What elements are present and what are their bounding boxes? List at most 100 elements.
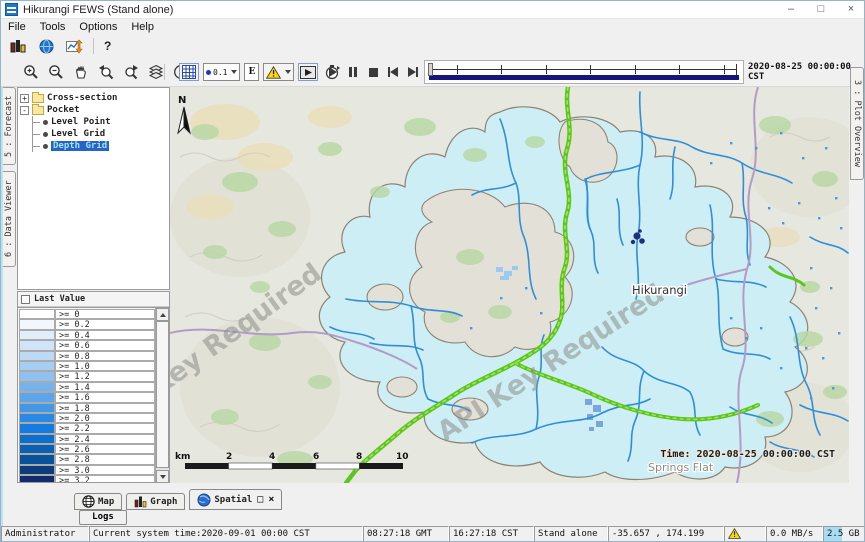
legend-scrollbar[interactable] — [155, 308, 169, 482]
tree-item-pocket[interactable]: - Pocket — [20, 104, 167, 116]
legend-header: Last Value — [18, 292, 169, 307]
legend-body: >= 0 >= 0.2 >= 0.4 >= 0.6 >= 0.8 >= 1.0 … — [18, 307, 169, 482]
help-button[interactable]: ? — [104, 39, 111, 53]
warning-threshold-dropdown[interactable] — [263, 63, 294, 81]
legend-row: >= 0.2 — [19, 319, 155, 329]
town-label: Hikurangi — [632, 283, 687, 297]
slider-handle[interactable] — [428, 63, 433, 76]
status-warning-cell[interactable] — [724, 526, 766, 542]
view-close-icon[interactable]: × — [268, 494, 274, 505]
globe-map-icon[interactable] — [37, 38, 55, 54]
chevron-down-icon — [285, 70, 291, 74]
legend-color-swatch — [19, 465, 55, 475]
database-icon[interactable] — [9, 38, 27, 54]
legend-row-label: >= 2.6 — [55, 444, 155, 454]
scale-bar-button[interactable]: E — [244, 63, 259, 81]
layers-icon[interactable] — [146, 63, 166, 81]
legend-row-label: >= 0.8 — [55, 351, 155, 361]
grid-display-button[interactable] — [179, 63, 199, 81]
legend-panel: Last Value >= 0 >= 0.2 >= 0.4 >= 0.6 >= … — [17, 291, 170, 483]
legend-row: >= 0.6 — [19, 340, 155, 350]
svg-text:2: 2 — [226, 452, 232, 462]
tree-item-label[interactable]: Cross-section — [47, 93, 117, 103]
movie-export-button[interactable] — [298, 63, 318, 81]
time-slider[interactable] — [424, 60, 744, 84]
class-breaks-dropdown[interactable]: 0.1 — [203, 63, 240, 81]
pause-button[interactable] — [343, 63, 363, 81]
time-range-bar — [429, 75, 739, 80]
logs-button[interactable]: Logs — [79, 510, 127, 525]
tree-item-label[interactable]: Pocket — [47, 105, 80, 115]
tree-item-label[interactable]: Level Grid — [51, 129, 105, 139]
minimize-button[interactable]: – — [776, 1, 806, 18]
class-break-value: 0.1 — [213, 68, 227, 77]
timeseries-chart-icon[interactable] — [65, 38, 83, 54]
folder-icon — [32, 106, 44, 115]
status-memory: 2.5 GB — [823, 526, 865, 542]
sidebar-tab-data-viewer[interactable]: 6 : Data Viewer — [2, 171, 16, 267]
svg-text:km: km — [175, 452, 190, 462]
bar-chart-icon — [134, 495, 147, 508]
collapse-toggle-icon[interactable]: - — [20, 106, 29, 115]
stop-button[interactable] — [363, 63, 383, 81]
tree-item-label-selected[interactable]: Depth Grid — [51, 141, 109, 151]
legend-color-swatch — [19, 319, 55, 329]
tree-connector — [33, 134, 40, 135]
chevron-down-icon — [231, 70, 237, 74]
zoom-in-icon[interactable] — [21, 63, 41, 81]
expand-toggle-icon[interactable]: + — [20, 94, 29, 103]
view-maximize-icon[interactable]: □ — [257, 494, 263, 505]
tree-item-level-grid[interactable]: Level Grid — [33, 128, 167, 140]
zoom-out-icon[interactable] — [46, 63, 66, 81]
tree-item-level-point[interactable]: Level Point — [33, 116, 167, 128]
tree-connector — [33, 122, 40, 123]
slider-track — [431, 69, 737, 70]
map-view[interactable]: API Key Required API Key Required Hikura… — [170, 87, 849, 483]
sidebar-tab-plot-overview[interactable]: 3 : Plot Overview — [850, 67, 864, 180]
tree-item-cross-section[interactable]: + Cross-section — [20, 92, 167, 104]
titlebar: Hikurangi FEWS (Stand alone) – □ × — [1, 1, 865, 19]
menu-options[interactable]: Options — [72, 21, 124, 33]
tab-spatial[interactable]: Spatial □ × — [189, 489, 282, 510]
menu-file[interactable]: File — [1, 21, 33, 33]
legend-color-swatch — [19, 392, 55, 402]
legend-color-swatch — [19, 413, 55, 423]
skip-to-end-button[interactable] — [403, 63, 423, 81]
legend-row-label: >= 2.4 — [55, 434, 155, 444]
play-button[interactable] — [323, 63, 343, 81]
legend-row-label: >= 1.4 — [55, 382, 155, 392]
skip-to-start-button[interactable] — [383, 63, 403, 81]
legend-color-swatch — [19, 444, 55, 454]
tree-item-depth-grid[interactable]: Depth Grid — [33, 140, 167, 152]
zoom-previous-icon[interactable] — [96, 63, 116, 81]
legend-row: >= 1.0 — [19, 361, 155, 371]
tree-item-label[interactable]: Level Point — [51, 117, 111, 127]
app-logo-icon — [5, 3, 18, 16]
menu-help[interactable]: Help — [124, 21, 161, 33]
status-user: Administrator — [1, 526, 89, 542]
last-value-checkbox[interactable] — [21, 295, 30, 304]
legend-color-swatch — [19, 434, 55, 444]
legend-row-label: >= 1.0 — [55, 361, 155, 371]
close-button[interactable]: × — [836, 1, 865, 18]
bullet-icon — [43, 132, 48, 137]
tab-map[interactable]: Map — [74, 493, 122, 510]
scroll-down-button[interactable] — [156, 470, 169, 482]
map-canvas[interactable]: API Key Required API Key Required Hikura… — [170, 87, 849, 483]
legend-row: >= 2.4 — [19, 434, 155, 444]
layer-tree-panel: + Cross-section - Pocket Level Point Lev… — [17, 87, 170, 290]
zoom-next-icon[interactable] — [121, 63, 141, 81]
legend-row: >= 1.6 — [19, 392, 155, 402]
tab-graph[interactable]: Graph — [126, 493, 185, 510]
legend-row-label: >= 2.8 — [55, 454, 155, 464]
scrollbar-thumb[interactable] — [156, 321, 169, 468]
pan-hand-icon[interactable] — [71, 63, 91, 81]
tab-spatial-label: Spatial — [214, 495, 252, 505]
legend-row: >= 1.2 — [19, 371, 155, 381]
scroll-up-button[interactable] — [156, 308, 169, 321]
status-gmt-time: 08:27:18 GMT — [363, 526, 449, 542]
sidebar-tab-forecast[interactable]: 5 : Forecast — [2, 87, 16, 165]
wire-globe-icon — [82, 495, 95, 508]
menu-tools[interactable]: Tools — [33, 21, 73, 33]
maximize-button[interactable]: □ — [806, 1, 836, 18]
